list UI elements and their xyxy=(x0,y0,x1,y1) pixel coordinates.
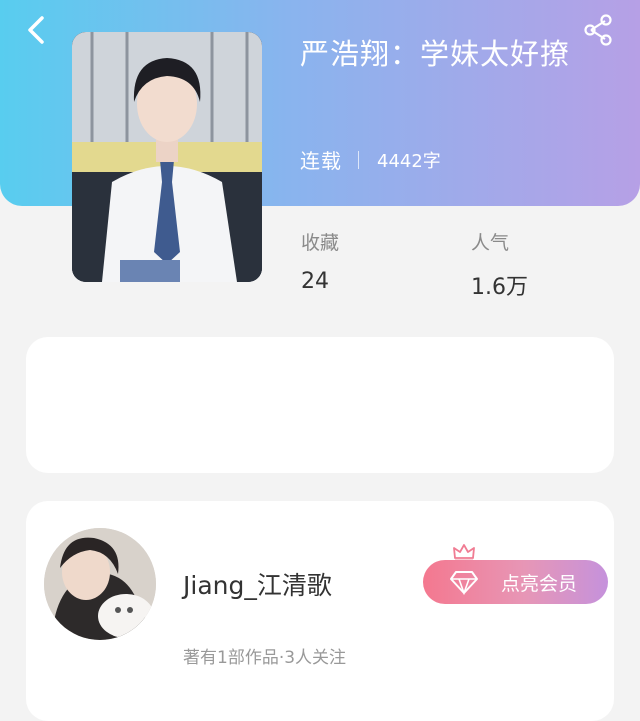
meta-divider xyxy=(358,150,359,169)
vip-button[interactable]: 点亮会员 xyxy=(423,560,608,604)
back-button[interactable] xyxy=(18,12,58,48)
serial-status: 连载 xyxy=(300,149,342,173)
stat-favorites: 收藏 24 xyxy=(301,228,339,294)
book-cover[interactable] xyxy=(72,32,262,282)
stat-favorites-label: 收藏 xyxy=(301,232,340,254)
author-avatar-image xyxy=(44,528,156,640)
blank-card xyxy=(26,337,614,473)
stat-favorites-value: 24 xyxy=(301,269,329,294)
author-name[interactable]: Jiang_江清歌 xyxy=(183,566,332,602)
book-cover-image xyxy=(72,32,262,282)
word-count: 4442字 xyxy=(377,150,441,172)
book-meta: 连载 4442字 xyxy=(300,145,441,174)
author-summary: 著有1部作品·3人关注 xyxy=(183,648,347,668)
stat-popularity-label: 人气 xyxy=(471,232,510,254)
vip-button-label: 点亮会员 xyxy=(501,572,578,595)
chevron-left-icon xyxy=(28,16,44,44)
stat-popularity: 人气 1.6万 xyxy=(471,228,528,301)
avatar[interactable] xyxy=(44,528,156,640)
stat-popularity-value: 1.6万 xyxy=(471,275,528,300)
diamond-icon xyxy=(450,571,478,595)
book-title: 严浩翔：学妹太好撩 xyxy=(300,37,571,71)
crown-icon xyxy=(452,542,476,562)
